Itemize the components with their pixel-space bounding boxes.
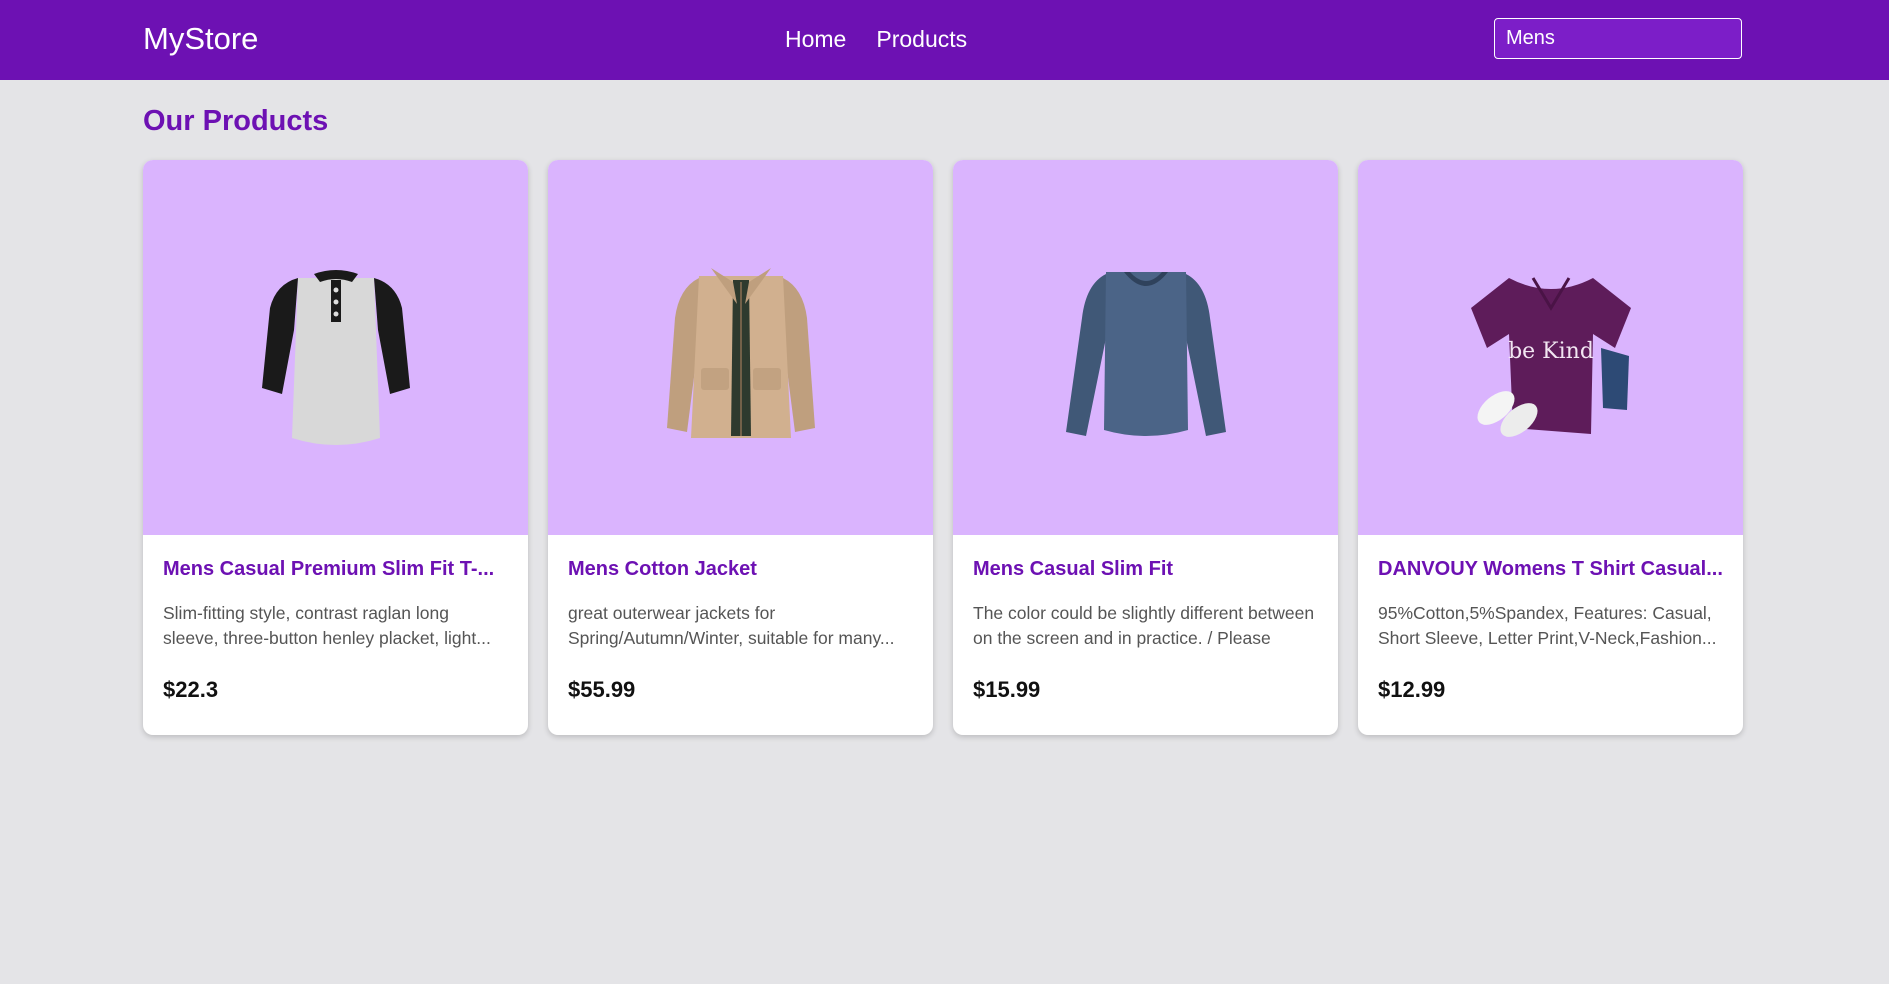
product-title[interactable]: Mens Casual Slim Fit [973,557,1318,581]
page-title: Our Products [143,105,329,137]
search-input[interactable] [1494,18,1742,59]
product-price: $55.99 [568,677,636,702]
product-image[interactable] [143,160,528,535]
nav-link-products[interactable]: Products [876,26,967,53]
product-description: Slim-fitting style, contrast raglan long… [163,603,491,649]
product-card[interactable]: Mens Cotton Jacket great outerwear jacke… [548,160,933,735]
top-navbar: MyStore Home Products [0,0,1889,80]
product-description: The color could be slightly different be… [973,603,1315,649]
product-description: great outerwear jackets for Spring/Autum… [568,603,895,649]
product-card[interactable]: Mens Casual Slim Fit The color could be … [953,160,1338,735]
product-title[interactable]: DANVOUY Womens T Shirt Casual... [1378,557,1723,581]
product-price: $22.3 [163,677,219,702]
product-card[interactable]: be Kind DANVOUY Womens T Shirt Casual...… [1358,160,1743,735]
product-price: $12.99 [1378,677,1446,702]
product-grid: Mens Casual Premium Slim Fit T-... Slim-… [143,160,1746,735]
product-title[interactable]: Mens Casual Premium Slim Fit T-... [163,557,508,581]
product-image[interactable] [953,160,1338,535]
nav-link-home[interactable]: Home [785,26,846,53]
product-description: 95%Cotton,5%Spandex, Features: Casual, S… [1378,603,1717,649]
henley-raglan-shirt-icon [261,269,410,445]
womens-tshirt-icon: be Kind [1470,276,1631,437]
product-price: $15.99 [973,677,1041,702]
product-image[interactable] [548,160,933,535]
long-sleeve-shirt-icon [1065,271,1226,436]
main-content: Our Products Mens Casual Premium Slim Fi… [0,80,1889,735]
main-nav: Home Products [785,26,967,53]
shirt-print-text: be Kind [1508,339,1594,364]
product-title[interactable]: Mens Cotton Jacket [568,557,913,581]
product-card[interactable]: Mens Casual Premium Slim Fit T-... Slim-… [143,160,528,735]
cotton-jacket-icon [666,267,815,438]
product-image[interactable]: be Kind [1358,160,1743,535]
store-logo[interactable]: MyStore [143,21,258,57]
